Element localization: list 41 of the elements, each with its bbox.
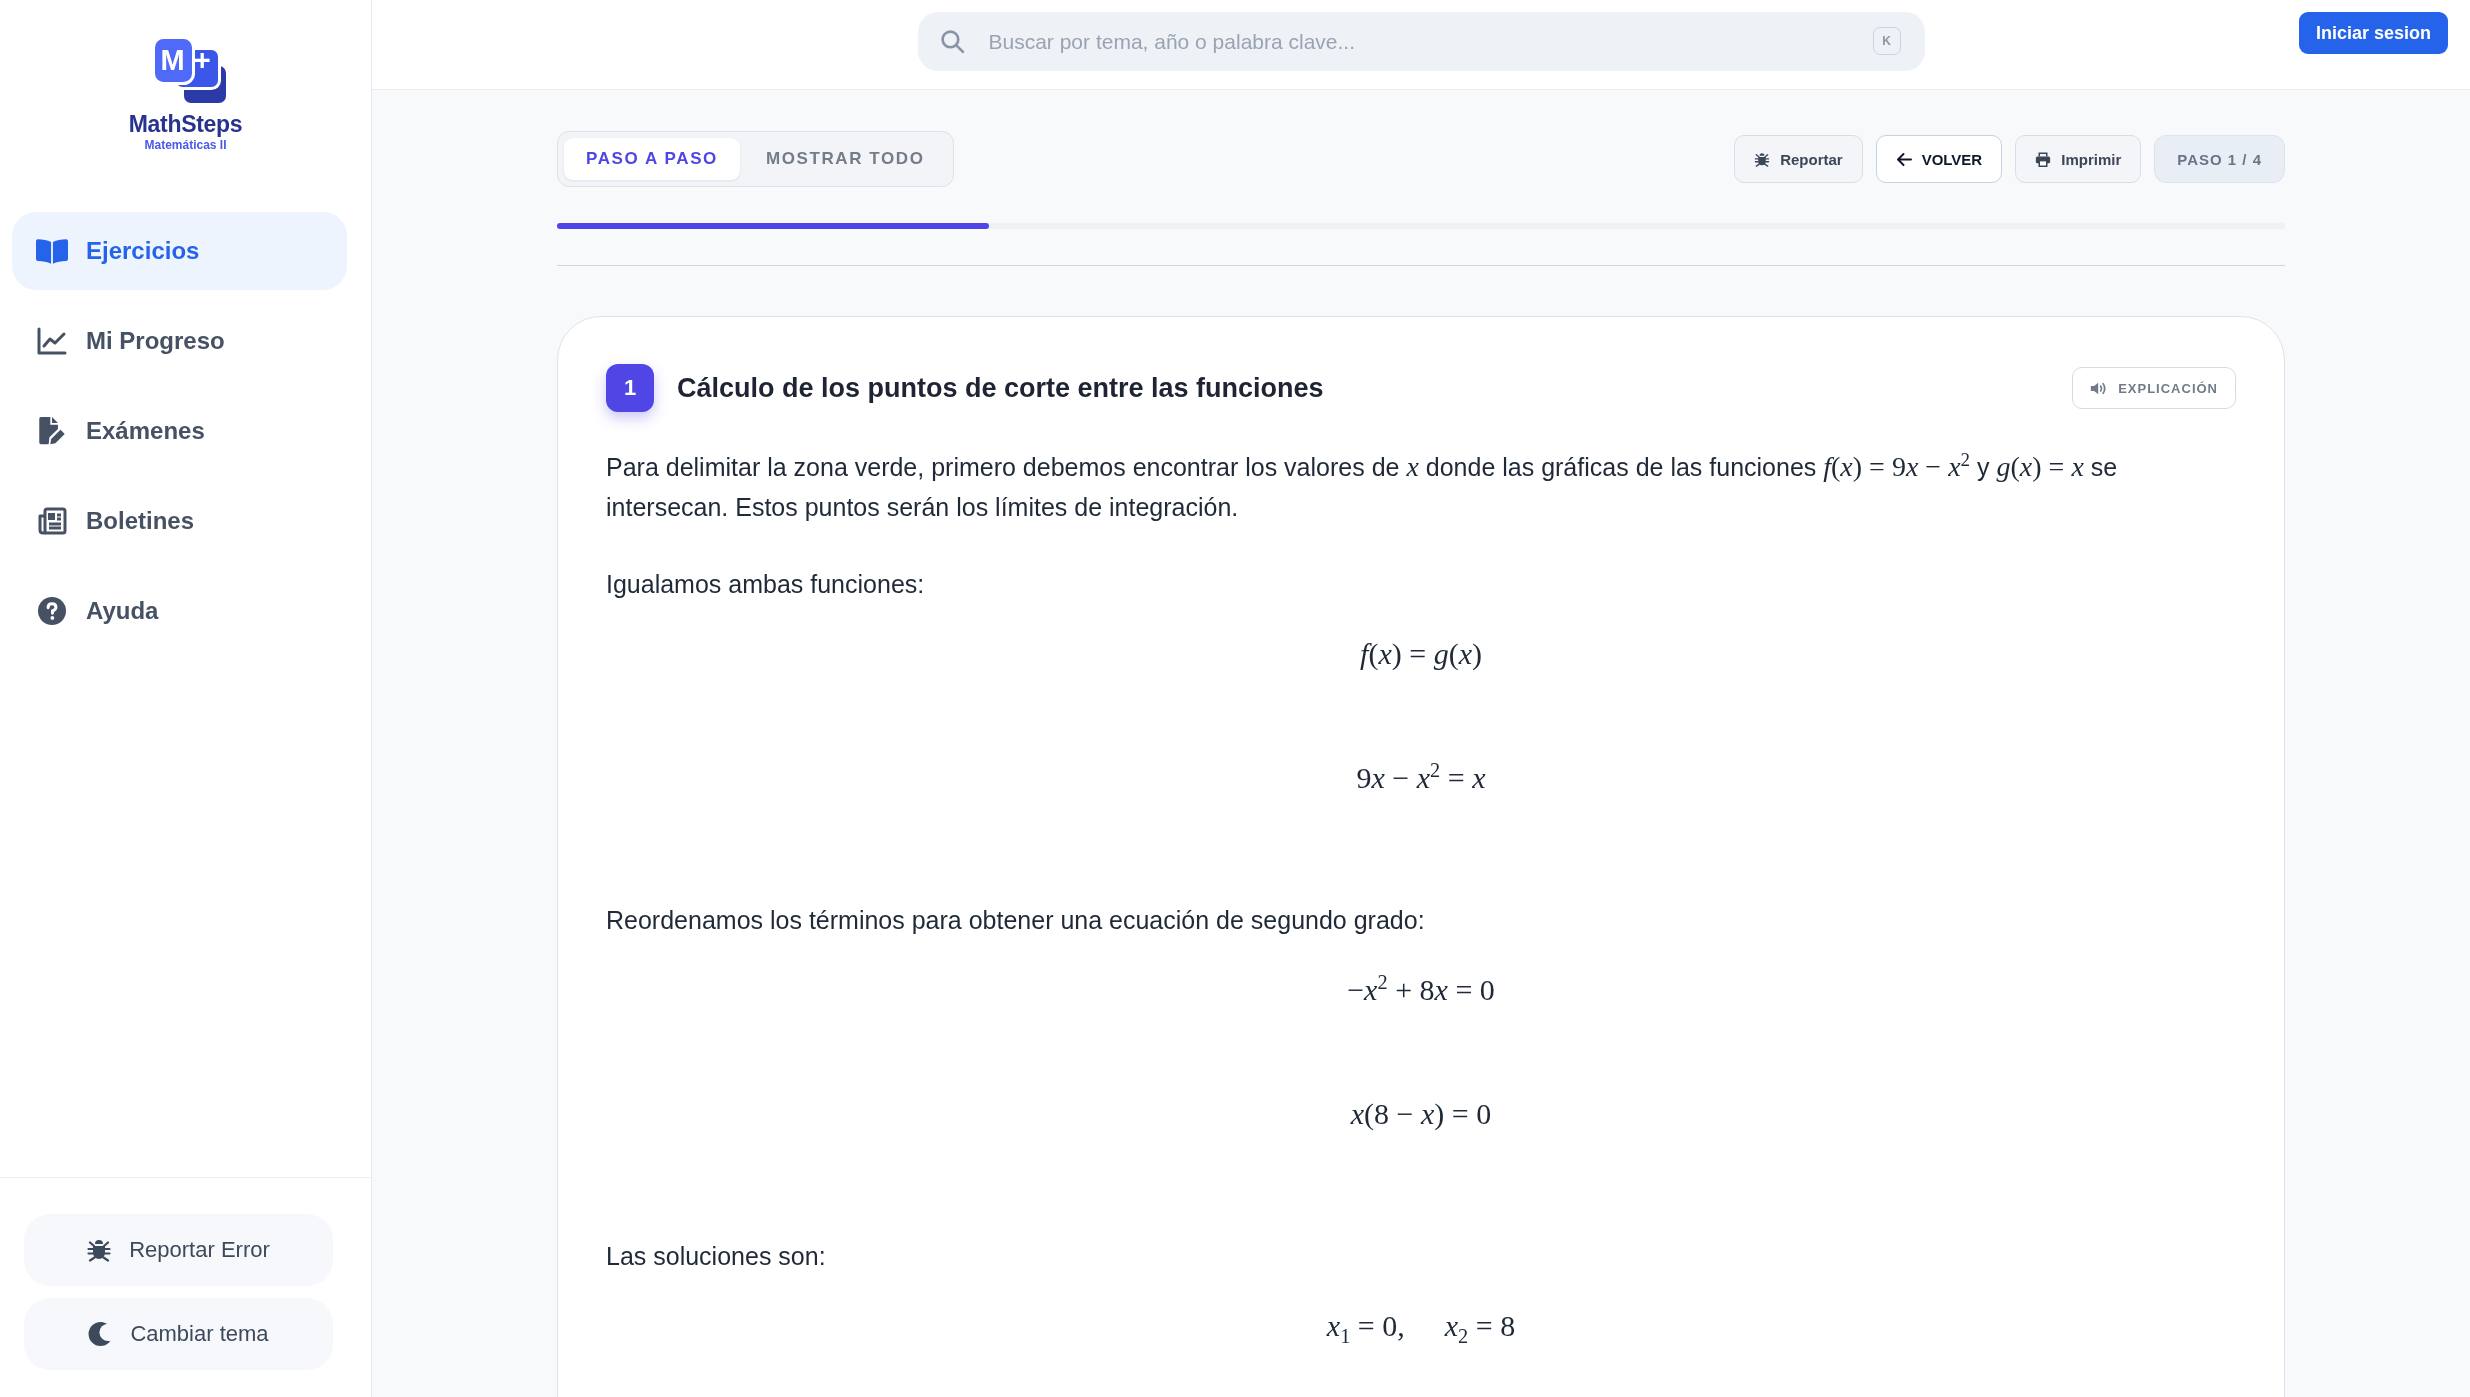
equation: f(x) = g(x) (1360, 636, 1482, 672)
nav-item[interactable]: Mi Progreso (12, 302, 347, 380)
equation: x$_{1}$ = 0, (1326, 1308, 1405, 1346)
search-icon (939, 29, 965, 54)
help-icon (36, 597, 68, 625)
report-button[interactable]: Reportar (1734, 135, 1863, 183)
report-error-button[interactable]: Reportar Error (24, 1214, 333, 1286)
open-book-icon (36, 237, 68, 265)
speaker-icon (2090, 380, 2109, 396)
bug-icon (1754, 151, 1771, 167)
equation: x(8 − x) = 0 (1350, 1096, 1492, 1132)
nav-item[interactable]: Ayuda (12, 572, 347, 650)
equation: 9x − x$^{2}$ = x (1356, 758, 1486, 796)
shortcut-key: K (1872, 27, 1901, 55)
view-tab[interactable]: PASO A PASO (564, 138, 740, 180)
app-subtitle: Matemáticas II (144, 138, 227, 152)
view-tab[interactable]: MOSTRAR TODO (743, 138, 947, 180)
step-indicator: PASO 1 / 4 (2154, 135, 2285, 183)
app-name: MathSteps (128, 112, 243, 136)
explanation-button[interactable]: EXPLICACIÓN (2072, 367, 2236, 409)
nav-item[interactable]: Boletines (12, 482, 347, 560)
line-chart-icon (36, 327, 68, 355)
instruction-text: Las soluciones son: (606, 1241, 827, 1272)
login-button[interactable]: Iniciar sesion (2298, 12, 2448, 54)
equation: −x$^{2}$ + 8x = 0 (1347, 970, 1495, 1008)
printer-icon (2035, 151, 2052, 167)
moon-icon (88, 1322, 113, 1346)
instruction-text: Igualamos ambas funciones: (606, 569, 926, 600)
theme-toggle-button[interactable]: Cambiar tema (24, 1298, 333, 1370)
print-button[interactable]: Imprimir (2015, 135, 2142, 183)
equation: x$_{2}$ = 8 (1444, 1308, 1516, 1346)
instruction-text: Reordenamos los términos para obtener una ecuación de segundo grado: (606, 905, 1426, 936)
nav-item[interactable]: Ejercicios (12, 212, 347, 290)
explanation-paragraph: Para delimitar la zona verde, primero debemos encontrar los valores de x donde las gráficas de las funciones f(x) = 9x − x$^{2}$ y g(x) = x se intersecan. Estos puntos serán los límites de integración. (606, 447, 2119, 523)
step-number: 1 (606, 364, 654, 412)
bug-icon (87, 1238, 112, 1262)
back-button[interactable]: VOLVER (1875, 135, 2003, 183)
step-title: Cálculo de los puntos de corte entre las funciones (677, 372, 1324, 404)
nav-item[interactable]: Exámenes (12, 392, 347, 470)
arrow-left-icon (1895, 151, 1912, 167)
newspaper-icon (36, 507, 68, 535)
